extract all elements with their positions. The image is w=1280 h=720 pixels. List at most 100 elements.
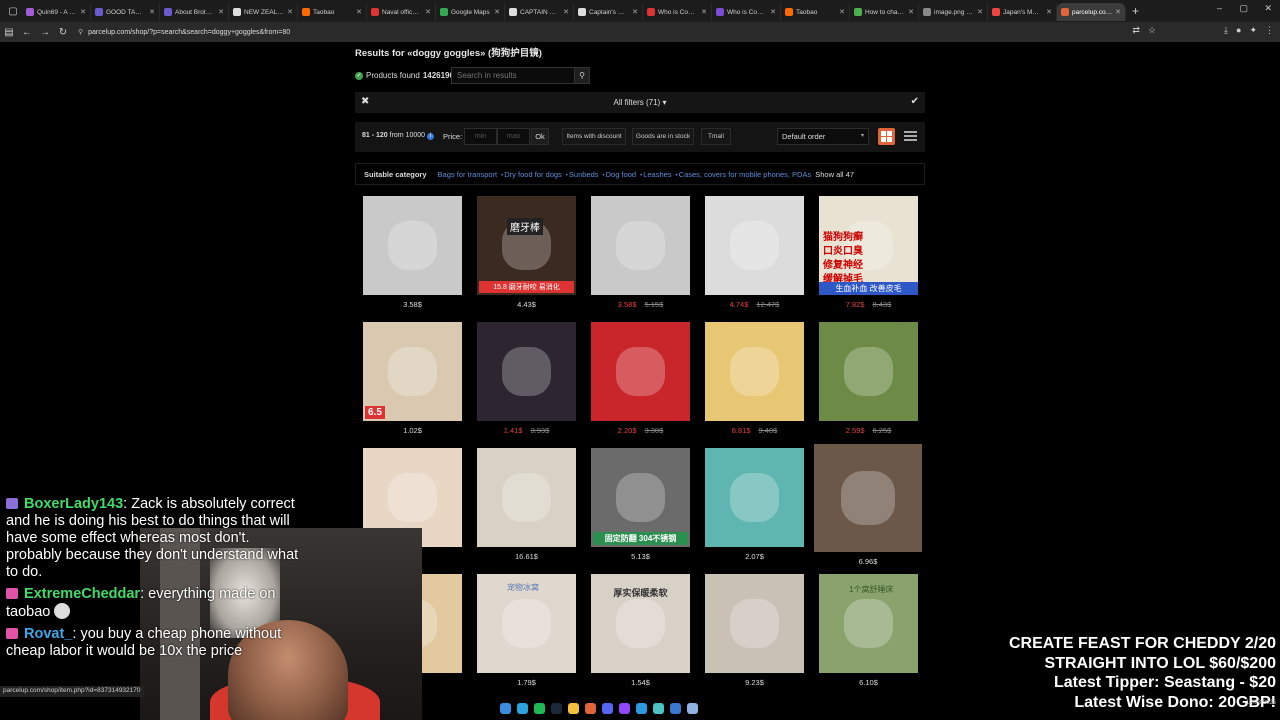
info-icon[interactable]: i [427, 133, 435, 140]
product-card[interactable]: 宠物冰窝 1.79$ [477, 574, 576, 687]
items-with-discount-button[interactable]: Items with discount [562, 128, 626, 145]
tab-close-icon[interactable]: ✕ [1115, 8, 1121, 16]
product-card[interactable]: 1个窝舒睡床 6.10$ [819, 574, 918, 687]
product-card[interactable]: 3.58$ [363, 196, 462, 309]
price-min-input[interactable]: min [464, 128, 497, 145]
product-card[interactable]: 4.74$ 12.47$ [705, 196, 804, 309]
browser-tab[interactable]: image.png (WEBP I✕ [919, 3, 988, 21]
minimize-icon[interactable]: – [1217, 3, 1222, 13]
translate-icon[interactable]: ⇄ [1132, 25, 1140, 36]
site-info-icon[interactable]: ⚲ [78, 28, 83, 36]
product-card[interactable]: 2.07$ [705, 448, 804, 561]
tab-close-icon[interactable]: ✕ [1046, 8, 1052, 16]
tab-close-icon[interactable]: ✕ [701, 8, 707, 16]
goods-in-stock-button[interactable]: Goods are in stock [632, 128, 694, 145]
tmall-button[interactable]: Tmall [701, 128, 731, 145]
category-link[interactable]: Bags for transport [437, 170, 498, 179]
product-image[interactable]: 固定防翻 304不锈钢 [591, 448, 690, 547]
tab-close-icon[interactable]: ✕ [908, 8, 914, 16]
browser-tab[interactable]: Who is Comma ✕ [712, 3, 781, 21]
obs-icon[interactable] [619, 702, 630, 714]
steam-icon[interactable] [551, 702, 562, 714]
product-image[interactable] [591, 196, 690, 295]
browser-tab[interactable]: Japan's MUJIG ✕ [988, 3, 1057, 21]
menu-icon[interactable]: ⋮ [1265, 25, 1274, 36]
product-image[interactable] [705, 196, 804, 295]
browser-tab[interactable]: Taobao ✕ [781, 3, 850, 21]
sidebar-icon[interactable]: ▤ [0, 27, 18, 38]
tab-close-icon[interactable]: ✕ [149, 8, 155, 16]
product-card[interactable]: 6.5 1.02$ [363, 322, 462, 435]
product-image[interactable]: 1个窝舒睡床 [819, 574, 918, 673]
app-icon[interactable] [687, 702, 698, 714]
list-view-icon[interactable] [902, 128, 919, 145]
product-image[interactable] [705, 322, 804, 421]
product-card[interactable]: 磨牙棒 15.8 磨牙耐咬 易消化 4.43$ [477, 196, 576, 309]
product-image[interactable] [814, 444, 922, 552]
tab-close-icon[interactable]: ✕ [770, 8, 776, 16]
search-icon[interactable]: ⚲ [574, 67, 590, 84]
tab-close-icon[interactable]: ✕ [356, 8, 362, 16]
product-card[interactable]: 猫狗狗癣 口炎口臭 修复神经 缓解掉毛 生血补血 改善皮毛 7.82$ 8.43$ [819, 196, 918, 309]
tab-close-icon[interactable]: ✕ [287, 8, 293, 16]
close-window-icon[interactable]: ✕ [1264, 3, 1272, 14]
discord-icon[interactable] [602, 702, 613, 714]
browser-tab[interactable]: Who is Comma ✕ [643, 3, 712, 21]
browser-tab[interactable]: GOOD TAKES S✕ [91, 3, 160, 21]
browser-tab[interactable]: Naval officers o✕ [367, 3, 436, 21]
all-filters-dropdown[interactable]: All filters (71) ▾ [355, 98, 925, 107]
tab-close-icon[interactable]: ✕ [632, 8, 638, 16]
product-card[interactable]: 2.59$ 6.25$ [819, 322, 918, 435]
product-card[interactable]: 16.61$ [477, 448, 576, 561]
browser-tab[interactable]: About Brother2 ✕ [160, 3, 229, 21]
show-all-categories-link[interactable]: Show all 47 [815, 170, 854, 179]
browser-icon[interactable] [585, 702, 596, 714]
browser-tab[interactable]: Captain's Gend✕ [574, 3, 643, 21]
category-link[interactable]: Dry food for dogs [501, 170, 562, 179]
product-image[interactable]: 宠物冰窝 [477, 574, 576, 673]
product-image[interactable] [477, 448, 576, 547]
profile-icon[interactable]: ● [1236, 25, 1241, 36]
tab-close-icon[interactable]: ✕ [218, 8, 224, 16]
product-card[interactable]: 厚实保暖柔软 1.54$ [591, 574, 690, 687]
search-in-results-input[interactable] [451, 67, 575, 84]
tab-close-icon[interactable]: ✕ [494, 8, 500, 16]
product-card[interactable]: 固定防翻 304不锈钢 5.13$ [591, 448, 690, 561]
forward-icon[interactable]: → [36, 27, 54, 38]
folder-icon[interactable] [568, 702, 579, 714]
tab-close-icon[interactable]: ✕ [563, 8, 569, 16]
url-field[interactable]: ⚲ parcelup.com/shop/?p=search&search=dog… [78, 24, 290, 40]
app-icon[interactable] [636, 702, 647, 714]
product-image[interactable]: 磨牙棒 15.8 磨牙耐咬 易消化 [477, 196, 576, 295]
product-card[interactable]: 2.20$ 3.30$ [591, 322, 690, 435]
grid-view-icon[interactable] [878, 128, 895, 145]
product-image[interactable] [705, 574, 804, 673]
product-image[interactable]: 厚实保暖柔软 [591, 574, 690, 673]
tab-close-icon[interactable]: ✕ [839, 8, 845, 16]
apply-filters-icon[interactable]: ✔ [911, 96, 919, 107]
product-card[interactable]: 3.58$ 5.15$ [591, 196, 690, 309]
new-tab-icon[interactable]: + [1126, 4, 1145, 18]
browser-tab[interactable]: Google Maps ✕ [436, 3, 505, 21]
product-image[interactable] [819, 322, 918, 421]
tab-close-icon[interactable]: ✕ [425, 8, 431, 16]
back-icon[interactable]: ← [18, 27, 36, 38]
bookmark-star-icon[interactable]: ☆ [1148, 25, 1156, 36]
browser-tab[interactable]: NEW ZEALAND✕ [229, 3, 298, 21]
product-image[interactable] [477, 322, 576, 421]
reload-icon[interactable]: ↻ [54, 27, 72, 38]
browser-tab[interactable]: How to change ✕ [850, 3, 919, 21]
price-max-input[interactable]: max [497, 128, 530, 145]
app-icon[interactable] [670, 702, 681, 714]
category-link[interactable]: Cases, covers for mobile phones, PDAs [676, 170, 812, 179]
maximize-icon[interactable]: ▢ [1239, 3, 1248, 14]
app-icon[interactable] [653, 702, 664, 714]
category-link[interactable]: Dog food [603, 170, 636, 179]
product-image[interactable]: 猫狗狗癣 口炎口臭 修复神经 缓解掉毛 生血补血 改善皮毛 [819, 196, 918, 295]
product-image[interactable] [363, 196, 462, 295]
browser-tab[interactable]: CAPTAIN OF N✕ [505, 3, 574, 21]
spotify-icon[interactable] [534, 702, 545, 714]
sort-select[interactable]: Default order ▾ [777, 128, 869, 145]
product-card[interactable]: 6.96$ [814, 444, 922, 566]
product-card[interactable]: 9.23$ [705, 574, 804, 687]
